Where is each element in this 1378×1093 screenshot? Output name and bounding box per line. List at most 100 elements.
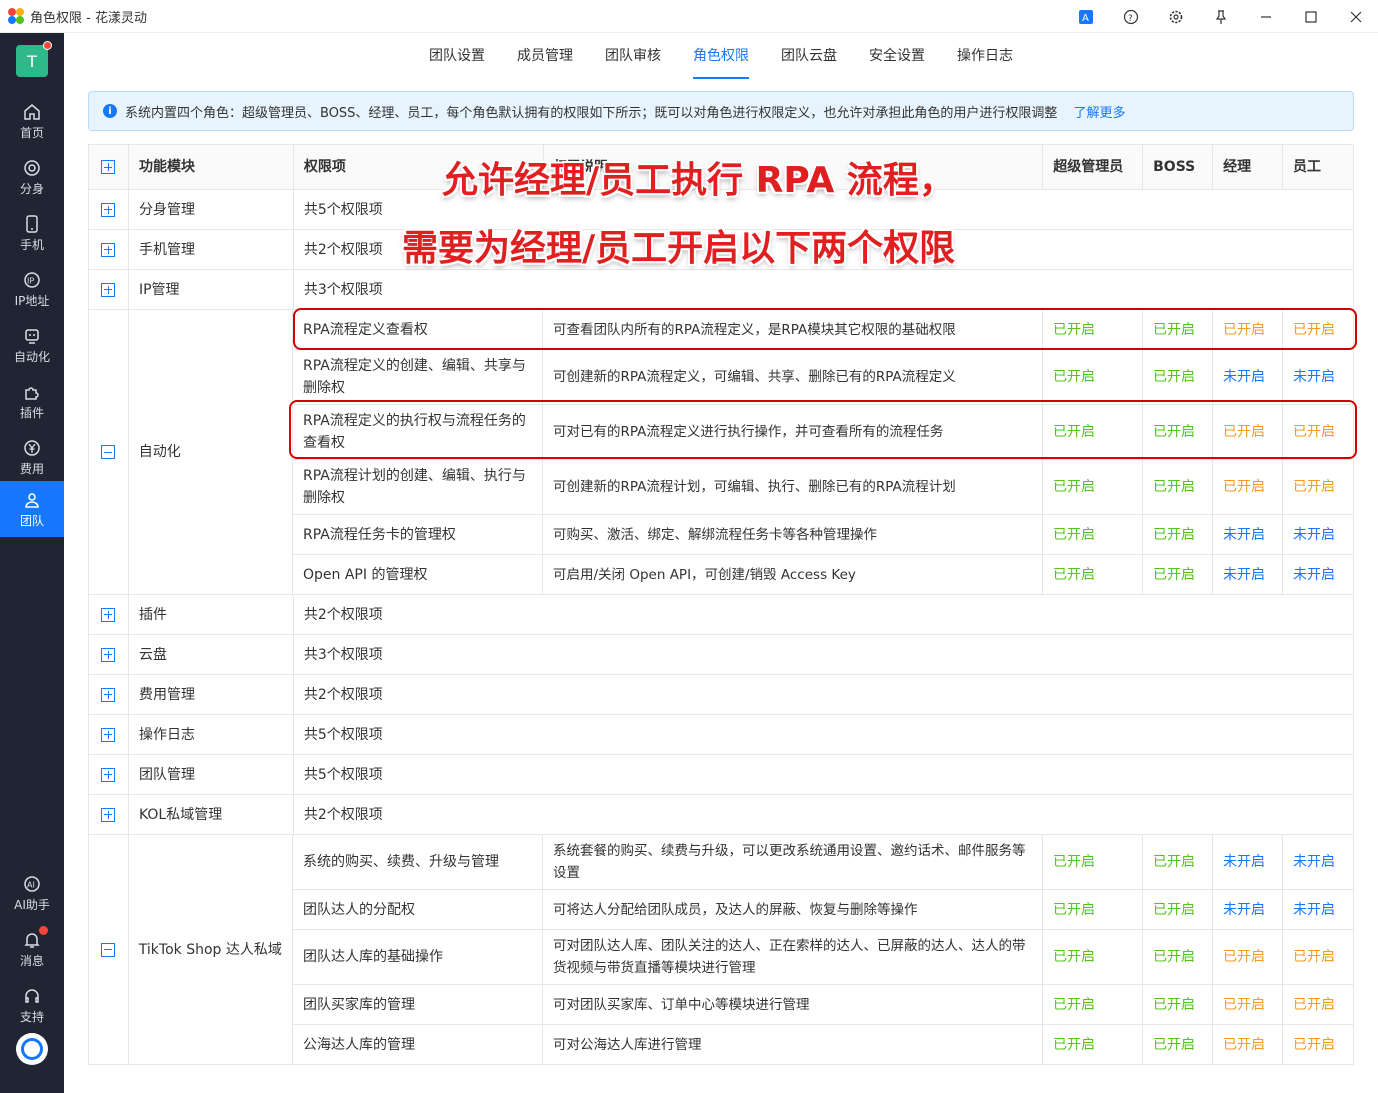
module-name: KOL私域管理	[128, 795, 294, 835]
main-content: 团队设置 成员管理 团队审核 角色权限 团队云盘 安全设置 操作日志 i 系统内…	[64, 33, 1378, 1093]
permission-status[interactable]: 已开启	[1143, 1025, 1213, 1065]
app-logo-icon	[8, 8, 24, 24]
sidebar-item-label: 插件	[19, 405, 44, 420]
expand-button[interactable]	[89, 230, 129, 270]
permission-status[interactable]: 未开启	[1213, 835, 1283, 890]
ai-icon: AI	[22, 874, 42, 894]
sidebar-item-team[interactable]: 团队	[0, 481, 64, 537]
table-row: 操作日志 共5个权限项	[89, 715, 1354, 755]
permission-name: 团队达人的分配权	[293, 890, 543, 930]
permission-status[interactable]: 已开启	[1143, 835, 1213, 890]
table-row: Open API 的管理权 可启用/关闭 Open API，可创建/销毁 Acce…	[293, 555, 1354, 595]
tab-operation-log[interactable]: 操作日志	[941, 33, 1029, 79]
minimize-icon[interactable]	[1243, 0, 1288, 33]
permission-status[interactable]: 已开启	[1143, 515, 1213, 555]
expand-icon	[101, 160, 116, 174]
pin-icon[interactable]	[1198, 0, 1243, 33]
permission-status[interactable]: 未开启	[1213, 350, 1283, 405]
brand-logo-icon[interactable]	[16, 1033, 48, 1065]
sidebar-item-ip[interactable]: IP IP地址	[0, 261, 64, 317]
sidebar-item-billing[interactable]: 费用	[0, 429, 64, 485]
group-rows: 系统的购买、续费、升级与管理 系统套餐的购买、续费与升级，可以更改系统通用设置、邀…	[293, 835, 1354, 1065]
team-avatar[interactable]: T	[16, 41, 52, 77]
permission-status[interactable]: 已开启	[1213, 460, 1283, 515]
sidebar-item-phone[interactable]: 手机	[0, 205, 64, 261]
permission-status[interactable]: 已开启	[1213, 930, 1283, 985]
sidebar-item-profiles[interactable]: 分身	[0, 149, 64, 205]
permission-status[interactable]: 未开启	[1283, 350, 1354, 405]
maximize-icon[interactable]	[1288, 0, 1333, 33]
permission-status[interactable]: 未开启	[1283, 555, 1354, 595]
svg-text:AI: AI	[27, 880, 35, 889]
settings-gear-icon[interactable]	[1153, 0, 1198, 33]
permission-status[interactable]: 未开启	[1213, 515, 1283, 555]
permission-status[interactable]: 未开启	[1213, 890, 1283, 930]
close-icon[interactable]	[1333, 0, 1378, 33]
collapse-button[interactable]	[89, 310, 129, 595]
table-row: KOL私域管理 共2个权限项	[89, 795, 1354, 835]
permission-status[interactable]: 已开启	[1143, 460, 1213, 515]
expand-icon	[101, 767, 116, 782]
permission-status[interactable]: 已开启	[1043, 555, 1143, 595]
sidebar-item-ai-assistant[interactable]: AI AI助手	[0, 865, 64, 921]
permission-status[interactable]: 已开启	[1043, 890, 1143, 930]
permission-status[interactable]: 已开启	[1043, 1025, 1143, 1065]
permission-status[interactable]: 已开启	[1283, 1025, 1354, 1065]
permission-status[interactable]: 已开启	[1283, 460, 1354, 515]
expand-button[interactable]	[89, 595, 129, 635]
expand-button[interactable]	[89, 715, 129, 755]
tab-security-settings[interactable]: 安全设置	[853, 33, 941, 79]
permission-status[interactable]: 已开启	[1143, 555, 1213, 595]
tab-team-review[interactable]: 团队审核	[589, 33, 677, 79]
help-icon[interactable]: ?	[1108, 0, 1153, 33]
permission-status[interactable]: 已开启	[1043, 930, 1143, 985]
column-header: 员工	[1283, 145, 1354, 190]
sidebar-item-support[interactable]: 支持	[0, 977, 64, 1033]
permission-status[interactable]: 已开启	[1143, 985, 1213, 1025]
permission-status[interactable]: 未开启	[1283, 515, 1354, 555]
permission-status[interactable]: 已开启	[1143, 890, 1213, 930]
expand-button[interactable]	[89, 190, 129, 230]
sidebar-item-messages[interactable]: 消息	[0, 921, 64, 977]
permission-status[interactable]: 已开启	[1043, 350, 1143, 405]
yen-icon	[22, 438, 42, 458]
notification-dot	[43, 41, 52, 50]
settings-tabs: 团队设置 成员管理 团队审核 角色权限 团队云盘 安全设置 操作日志	[64, 33, 1378, 79]
permission-status[interactable]: 已开启	[1043, 835, 1143, 890]
module-name: 手机管理	[128, 230, 294, 270]
permission-status[interactable]: 已开启	[1043, 985, 1143, 1025]
module-name: IP管理	[128, 270, 294, 310]
permission-status[interactable]: 已开启	[1213, 1025, 1283, 1065]
sidebar-item-home[interactable]: 首页	[0, 93, 64, 149]
expand-button[interactable]	[89, 270, 129, 310]
collapse-button[interactable]	[89, 835, 129, 1065]
highlight-box	[289, 400, 1357, 459]
permission-status[interactable]: 已开启	[1043, 460, 1143, 515]
expand-button[interactable]	[89, 755, 129, 795]
expand-button[interactable]	[89, 675, 129, 715]
expand-all-button[interactable]	[89, 145, 129, 190]
info-alert: i 系统内置四个角色：超级管理员、BOSS、经理、员工，每个角色默认拥有的权限如…	[88, 91, 1354, 131]
permission-status[interactable]: 未开启	[1283, 890, 1354, 930]
permission-status[interactable]: 未开启	[1283, 835, 1354, 890]
team-icon	[22, 490, 42, 510]
sidebar-item-automation[interactable]: 自动化	[0, 317, 64, 373]
translate-icon[interactable]: A	[1063, 0, 1108, 33]
tab-role-permissions[interactable]: 角色权限	[677, 33, 765, 79]
tab-team-settings[interactable]: 团队设置	[413, 33, 501, 79]
permission-status[interactable]: 已开启	[1283, 930, 1354, 985]
permission-status[interactable]: 已开启	[1143, 930, 1213, 985]
permission-status[interactable]: 已开启	[1283, 985, 1354, 1025]
tab-member-management[interactable]: 成员管理	[501, 33, 589, 79]
learn-more-link[interactable]: 了解更多	[1073, 102, 1125, 121]
permission-status[interactable]: 已开启	[1213, 985, 1283, 1025]
sidebar-item-label: 费用	[19, 461, 44, 476]
tab-team-cloud[interactable]: 团队云盘	[765, 33, 853, 79]
permission-status[interactable]: 已开启	[1043, 515, 1143, 555]
permission-status[interactable]: 已开启	[1143, 350, 1213, 405]
sidebar-item-plugins[interactable]: 插件	[0, 373, 64, 429]
permission-status[interactable]: 未开启	[1213, 555, 1283, 595]
expand-button[interactable]	[89, 795, 129, 835]
home-icon	[22, 102, 42, 122]
expand-button[interactable]	[89, 635, 129, 675]
